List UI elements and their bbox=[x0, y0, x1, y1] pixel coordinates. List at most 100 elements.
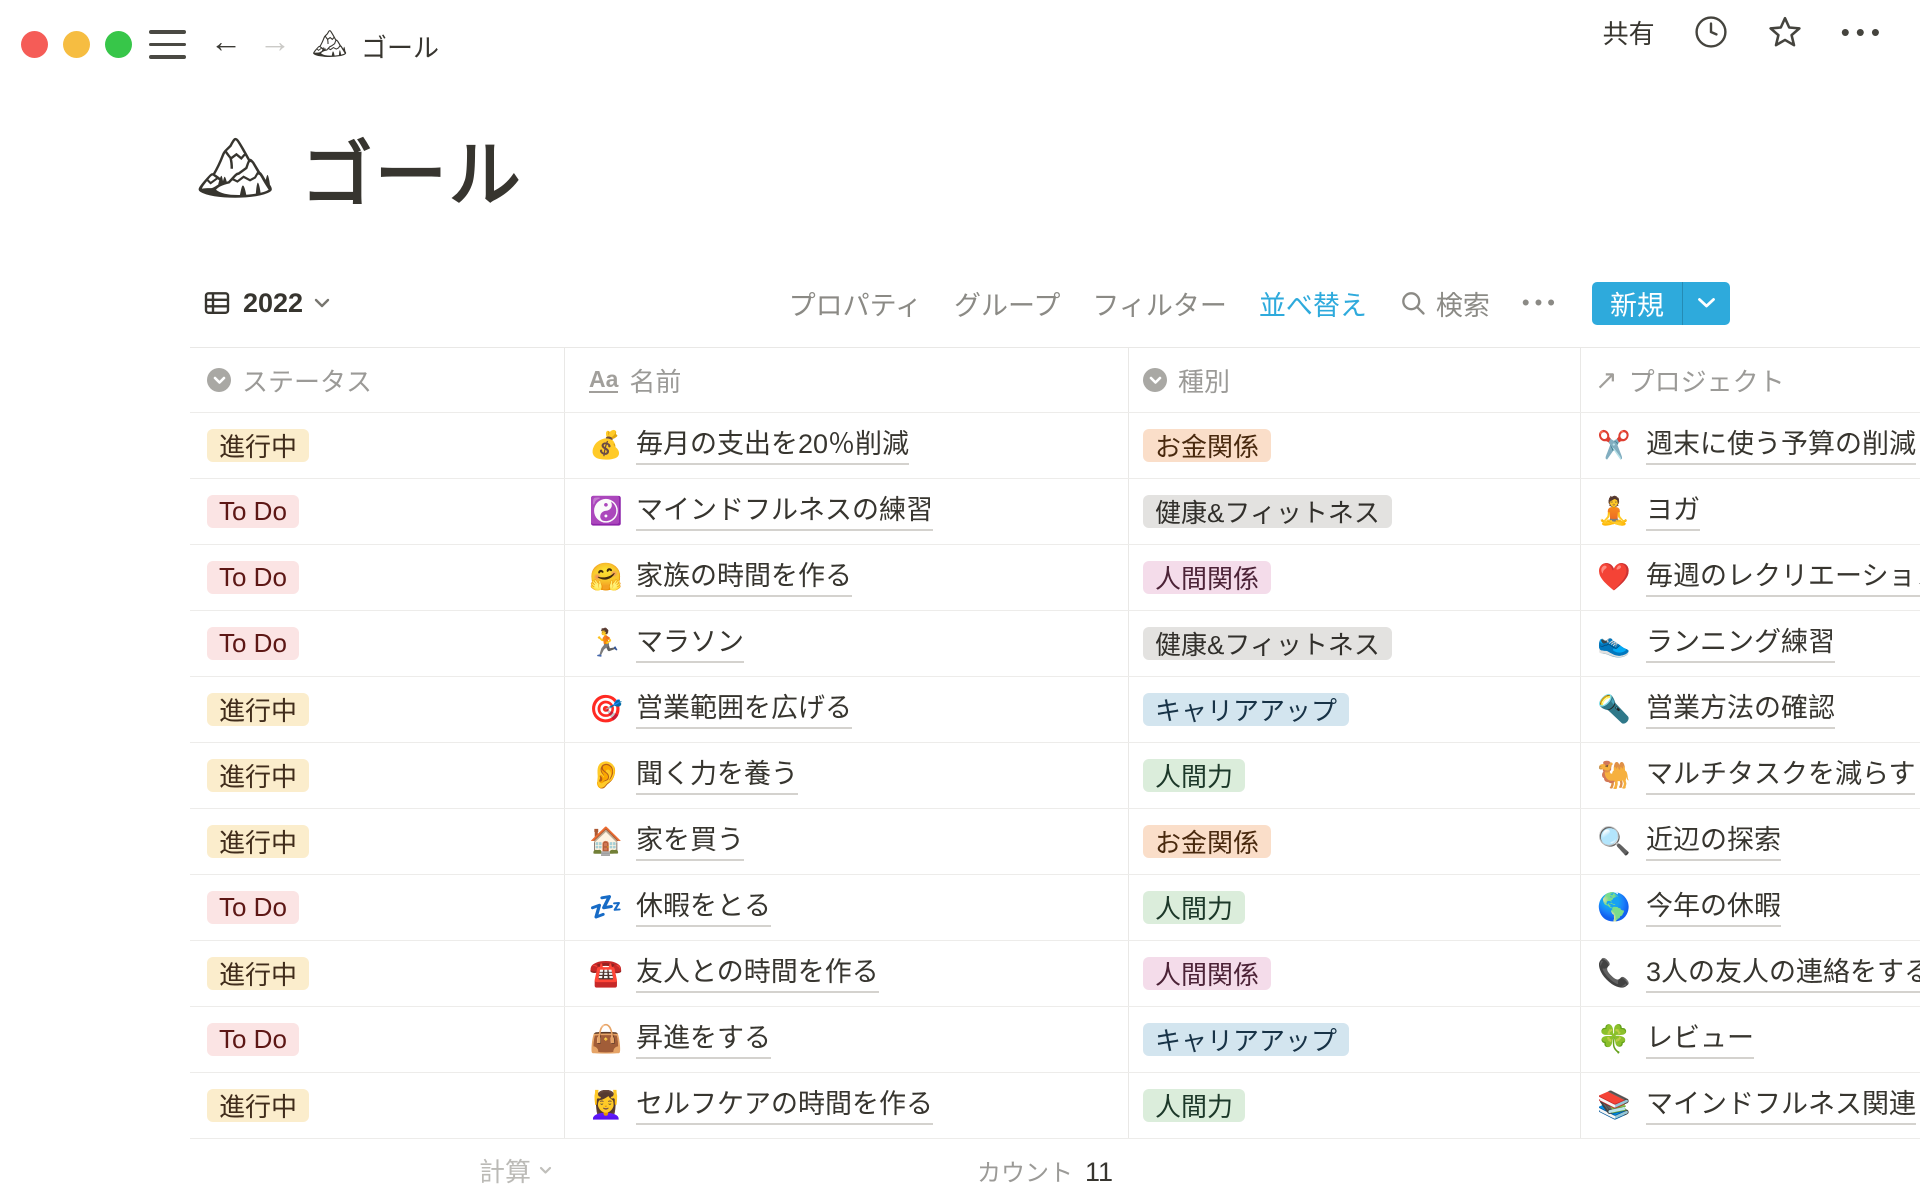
type-cell[interactable]: お金関係 bbox=[1128, 809, 1580, 874]
favorite-star-icon[interactable] bbox=[1767, 14, 1803, 50]
row-page-link[interactable]: マラソン bbox=[636, 624, 744, 662]
column-header-project[interactable]: ↗ プロジェクト bbox=[1580, 348, 1920, 412]
name-cell[interactable]: 💆‍♀️ セルフケアの時間を作る bbox=[564, 1073, 1128, 1138]
filter-button[interactable]: フィルター bbox=[1092, 284, 1226, 323]
project-cell[interactable]: 🌎 今年の休暇 bbox=[1580, 875, 1920, 940]
project-link[interactable]: 3人の友人の連絡をする bbox=[1646, 954, 1920, 992]
project-cell[interactable]: ❤️ 毎週のレクリエーション bbox=[1580, 545, 1920, 610]
type-cell[interactable]: お金関係 bbox=[1128, 413, 1580, 478]
row-page-link[interactable]: 聞く力を養う bbox=[636, 756, 798, 794]
project-link[interactable]: 近辺の探索 bbox=[1646, 822, 1781, 860]
row-page-link[interactable]: 休暇をとる bbox=[636, 888, 771, 926]
properties-button[interactable]: プロパティ bbox=[789, 284, 922, 323]
project-cell[interactable]: 🔍 近辺の探索 bbox=[1580, 809, 1920, 874]
row-page-link[interactable]: 友人との時間を作る bbox=[636, 954, 879, 992]
more-options-icon[interactable]: ••• bbox=[1841, 17, 1886, 48]
project-link[interactable]: 今年の休暇 bbox=[1646, 888, 1781, 926]
page-title[interactable]: ゴール bbox=[301, 116, 523, 221]
search-button[interactable]: 検索 bbox=[1399, 284, 1490, 323]
breadcrumb-doc-title[interactable]: ゴール bbox=[361, 28, 439, 65]
project-cell[interactable]: 🧘 ヨガ bbox=[1580, 479, 1920, 544]
name-cell[interactable]: 💰 毎月の支出を20％削減 bbox=[564, 413, 1128, 478]
row-page-link[interactable]: 営業範囲を広げる bbox=[636, 690, 852, 728]
type-cell[interactable]: 健康&フィットネス bbox=[1128, 479, 1580, 544]
table-row: 進行中 🏠 家を買う お金関係 🔍 近辺の探索 bbox=[190, 809, 1920, 875]
status-cell[interactable]: 進行中 bbox=[190, 1073, 564, 1138]
toolbar-actions: プロパティ グループ フィルター 並べ替え 検索 ••• 新規 bbox=[789, 281, 1730, 325]
status-cell[interactable]: To Do bbox=[190, 545, 564, 610]
row-page-link[interactable]: セルフケアの時間を作る bbox=[636, 1086, 933, 1124]
project-cell[interactable]: 🍀 レビュー bbox=[1580, 1007, 1920, 1072]
type-cell[interactable]: 健康&フィットネス bbox=[1128, 611, 1580, 676]
zoom-window-button[interactable] bbox=[105, 31, 132, 58]
new-button[interactable]: 新規 bbox=[1592, 282, 1730, 325]
status-cell[interactable]: 進行中 bbox=[190, 941, 564, 1006]
project-cell[interactable]: 🐫 マルチタスクを減らす bbox=[1580, 743, 1920, 808]
column-header-status[interactable]: ステータス bbox=[190, 348, 564, 412]
group-button[interactable]: グループ bbox=[954, 284, 1060, 323]
close-window-button[interactable] bbox=[21, 31, 48, 58]
status-cell[interactable]: 進行中 bbox=[190, 413, 564, 478]
sort-button[interactable]: 並べ替え bbox=[1259, 284, 1367, 323]
status-cell[interactable]: To Do bbox=[190, 875, 564, 940]
status-cell[interactable]: To Do bbox=[190, 479, 564, 544]
row-page-link[interactable]: マインドフルネスの練習 bbox=[636, 492, 933, 530]
project-link[interactable]: 週末に使う予算の削減 bbox=[1646, 426, 1916, 464]
name-cell[interactable]: 🏠 家を買う bbox=[564, 809, 1128, 874]
status-cell[interactable]: 進行中 bbox=[190, 743, 564, 808]
status-cell[interactable]: To Do bbox=[190, 1007, 564, 1072]
project-link[interactable]: ヨガ bbox=[1646, 492, 1700, 530]
row-page-link[interactable]: 家族の時間を作る bbox=[636, 558, 852, 596]
project-link[interactable]: レビュー bbox=[1646, 1020, 1754, 1058]
name-cell[interactable]: 🤗 家族の時間を作る bbox=[564, 545, 1128, 610]
relation-property-icon: ↗ bbox=[1595, 367, 1618, 394]
name-cell[interactable]: 👜 昇進をする bbox=[564, 1007, 1128, 1072]
table-header-row: ステータス Aa 名前 種別 ↗ プロジェクト bbox=[190, 347, 1920, 413]
share-button[interactable]: 共有 bbox=[1603, 14, 1655, 51]
view-switcher[interactable]: 2022 bbox=[202, 281, 330, 325]
type-cell[interactable]: 人間関係 bbox=[1128, 941, 1580, 1006]
type-cell[interactable]: 人間関係 bbox=[1128, 545, 1580, 610]
status-cell[interactable]: 進行中 bbox=[190, 809, 564, 874]
project-cell[interactable]: ✂️ 週末に使う予算の削減 bbox=[1580, 413, 1920, 478]
column-header-type[interactable]: 種別 bbox=[1128, 348, 1580, 412]
project-link[interactable]: 営業方法の確認 bbox=[1646, 690, 1835, 728]
project-cell[interactable]: 📞 3人の友人の連絡をする bbox=[1580, 941, 1920, 1006]
type-cell[interactable]: キャリアアップ bbox=[1128, 1007, 1580, 1072]
status-cell[interactable]: To Do bbox=[190, 611, 564, 676]
name-cell[interactable]: 🎯 営業範囲を広げる bbox=[564, 677, 1128, 742]
project-link[interactable]: 毎週のレクリエーション bbox=[1646, 558, 1920, 596]
status-cell[interactable]: 進行中 bbox=[190, 677, 564, 742]
name-cell[interactable]: 👂 聞く力を養う bbox=[564, 743, 1128, 808]
status-badge: To Do bbox=[207, 891, 299, 924]
type-cell[interactable]: 人間力 bbox=[1128, 875, 1580, 940]
name-cell[interactable]: ☎️ 友人との時間を作る bbox=[564, 941, 1128, 1006]
project-link[interactable]: ランニング練習 bbox=[1646, 624, 1835, 662]
type-cell[interactable]: キャリアアップ bbox=[1128, 677, 1580, 742]
calculate-button[interactable]: 計算 bbox=[190, 1152, 564, 1189]
row-page-link[interactable]: 昇進をする bbox=[636, 1020, 771, 1058]
back-arrow-icon[interactable]: ← bbox=[210, 25, 242, 57]
project-cell[interactable]: 👟 ランニング練習 bbox=[1580, 611, 1920, 676]
column-header-name[interactable]: Aa 名前 bbox=[564, 348, 1128, 412]
view-options-icon[interactable]: ••• bbox=[1522, 290, 1560, 316]
type-cell[interactable]: 人間力 bbox=[1128, 1073, 1580, 1138]
sidebar-menu-icon[interactable] bbox=[149, 30, 186, 59]
project-cell[interactable]: 📚 マインドフルネス関連 bbox=[1580, 1073, 1920, 1138]
name-cell[interactable]: ☯️ マインドフルネスの練習 bbox=[564, 479, 1128, 544]
type-cell[interactable]: 人間力 bbox=[1128, 743, 1580, 808]
row-page-link[interactable]: 毎月の支出を20％削減 bbox=[636, 426, 909, 464]
row-page-emoji: ☯️ bbox=[589, 498, 623, 525]
minimize-window-button[interactable] bbox=[63, 31, 90, 58]
project-cell[interactable]: 🔦 営業方法の確認 bbox=[1580, 677, 1920, 742]
project-link[interactable]: マルチタスクを減らす bbox=[1646, 756, 1915, 794]
history-clock-icon[interactable] bbox=[1693, 14, 1729, 50]
name-cell[interactable]: 🏃 マラソン bbox=[564, 611, 1128, 676]
count-display[interactable]: カウント 11 bbox=[564, 1153, 1128, 1188]
forward-arrow-icon[interactable]: → bbox=[259, 25, 291, 57]
name-cell[interactable]: 💤 休暇をとる bbox=[564, 875, 1128, 940]
row-page-link[interactable]: 家を買う bbox=[636, 822, 744, 860]
project-link[interactable]: マインドフルネス関連 bbox=[1646, 1086, 1916, 1124]
new-button-chevron-icon[interactable] bbox=[1683, 282, 1730, 325]
page-mountain-emoji[interactable]: 🏔 bbox=[196, 138, 275, 200]
